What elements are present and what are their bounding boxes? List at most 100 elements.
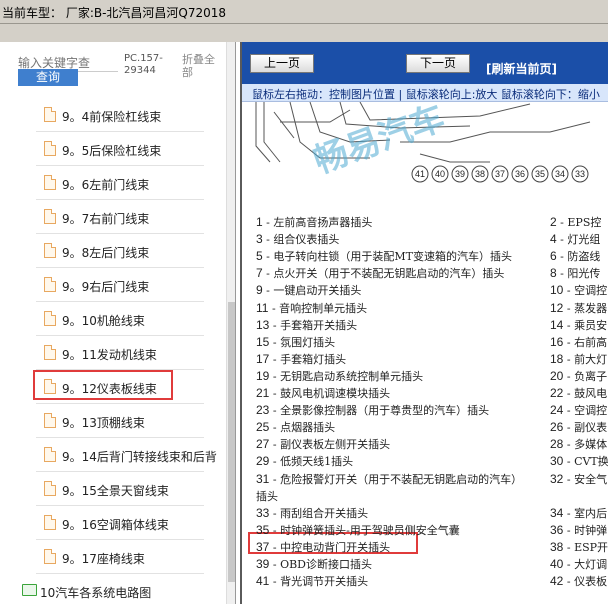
document-icon bbox=[44, 107, 56, 122]
legend-text: - 多媒体 bbox=[563, 438, 608, 452]
legend-row: 12 - 蒸发器 bbox=[550, 300, 607, 317]
legend-number: 21 bbox=[256, 386, 270, 400]
legend-number: 42 bbox=[550, 574, 564, 589]
legend-text: - OBD诊断接口插头 bbox=[269, 558, 372, 571]
tree-item-selected[interactable]: 9。12仪表板线束 bbox=[0, 370, 230, 404]
divider bbox=[36, 199, 204, 200]
prev-page-button[interactable]: 上一页 bbox=[250, 54, 314, 73]
search-button[interactable]: 查询 bbox=[18, 69, 78, 86]
legend-row: 1 - 左前高音扬声器插头 bbox=[256, 214, 372, 231]
tree-item[interactable]: 9。17座椅线束 bbox=[0, 546, 230, 574]
tree-item[interactable]: 9。6左前门线束 bbox=[0, 172, 230, 200]
legend-number: 29 bbox=[256, 454, 270, 469]
legend-number: 5 bbox=[256, 249, 263, 264]
legend-text: - 乘员安 bbox=[563, 318, 608, 332]
legend-row: 6 - 防盗线 bbox=[550, 248, 600, 265]
legend-row: 39 - OBD诊断接口插头 bbox=[256, 556, 372, 573]
tree-item[interactable]: 9。4前保险杠线束 bbox=[0, 104, 230, 132]
legend-text: - 点火开关（用于不装配无钥匙启动的汽车）插头 bbox=[262, 267, 505, 281]
legend-row: 3 - 组合仪表插头 bbox=[256, 231, 339, 248]
folder-item[interactable]: 10汽车各系统电路图 bbox=[0, 580, 230, 604]
divider bbox=[36, 505, 204, 506]
connector-number: 41 bbox=[415, 169, 425, 179]
tree-item[interactable]: 9。8左后门线束 bbox=[0, 240, 230, 268]
legend-text: - 仪表板 bbox=[563, 575, 608, 589]
collapse-all-button[interactable]: 折叠全部 bbox=[182, 53, 222, 79]
legend-row: 21 - 鼓风电机调速模块插头 bbox=[256, 385, 390, 402]
legend-row: 7 - 点火开关（用于不装配无钥匙启动的汽车）插头 bbox=[256, 265, 504, 282]
legend-number: 37 bbox=[256, 539, 270, 554]
legend-number: 4 bbox=[550, 232, 557, 247]
legend-text: - 空调控 bbox=[563, 284, 608, 298]
legend-number: 1 bbox=[256, 215, 263, 229]
legend-number: 19 bbox=[256, 368, 270, 383]
legend-row: 34 - 室内后 bbox=[550, 505, 607, 522]
tree-item[interactable]: 9。14后背门转接线束和后背 bbox=[0, 444, 230, 472]
legend-number: 12 bbox=[550, 300, 564, 315]
document-icon bbox=[44, 311, 56, 326]
legend-text: - 负离子 bbox=[563, 369, 608, 383]
legend-row: 5 - 电子转向柱锁（用于装配MT变速箱的汽车）插头 bbox=[256, 248, 512, 265]
document-icon bbox=[44, 141, 56, 156]
refresh-page-link[interactable]: [刷新当前页] bbox=[486, 60, 557, 77]
left-panel: 查询 PC.157-29344 折叠全部 9。4前保险杠线束 9。5后保险杠线束… bbox=[0, 42, 236, 604]
legend-text: - 无钥匙启动系统控制单元插头 bbox=[269, 369, 424, 383]
legend-text: - 音响控制单元插头 bbox=[268, 301, 368, 315]
legend-text: - 全景影像控制器（用于尊贵型的汽车）插头 bbox=[269, 404, 490, 418]
tree-item-label: 9。6左前门线束 bbox=[62, 178, 150, 192]
legend-text: - 安全气 bbox=[563, 472, 608, 486]
legend-number: 13 bbox=[256, 317, 270, 332]
legend-row: 36 - 时钟弹 bbox=[550, 522, 607, 539]
tree-item[interactable]: 9。9右后门线束 bbox=[0, 274, 230, 302]
legend-number: 2 bbox=[550, 215, 557, 229]
tree-item[interactable]: 9。11发动机线束 bbox=[0, 342, 230, 370]
legend-text: - ESP开 bbox=[563, 540, 608, 554]
legend-row: 17 - 手套箱灯插头 bbox=[256, 351, 346, 368]
scrollbar-thumb[interactable] bbox=[228, 302, 235, 582]
connector-number: 35 bbox=[535, 169, 545, 179]
tree-item-label: 9。14后背门转接线束和后背 bbox=[62, 450, 217, 464]
legend-text: - 空调控 bbox=[563, 404, 608, 418]
legend-text: - 蒸发器 bbox=[563, 301, 608, 315]
legend-text: - 时钟弹簧插头-用于驾驶员侧安全气囊 bbox=[269, 523, 460, 537]
legend-text: - 阳光传 bbox=[556, 267, 601, 281]
legend-text: - 背光调节开关插头 bbox=[269, 575, 369, 589]
legend-text: - 右前高 bbox=[563, 335, 608, 349]
tree-item-label: 9。15全景天窗线束 bbox=[62, 484, 169, 498]
tree-item[interactable]: 9。10机舱线束 bbox=[0, 308, 230, 336]
tree-item[interactable]: 9。16空调箱体线束 bbox=[0, 512, 230, 540]
document-viewer[interactable]: 41 40 39 38 37 36 35 34 33 畅易汽车 1 - 左前高音… bbox=[242, 102, 608, 604]
document-icon bbox=[44, 345, 56, 360]
legend-row: 42 - 仪表板 bbox=[550, 573, 607, 590]
legend-text: - 左前高音扬声器插头 bbox=[262, 216, 373, 229]
legend-row: 23 - 全景影像控制器（用于尊贵型的汽车）插头 bbox=[256, 402, 489, 419]
legend-number: 25 bbox=[256, 420, 270, 435]
right-panel: 上一页 下一页 [刷新当前页] 鼠标左右拖动：控制图片位置 | 鼠标滚轮向上:放… bbox=[240, 42, 608, 604]
legend-text: 插头 bbox=[256, 489, 278, 503]
legend-row: 16 - 右前高 bbox=[550, 334, 607, 351]
tree-item[interactable]: 9。13顶棚线束 bbox=[0, 410, 230, 438]
tree-item[interactable]: 9。15全景天窗线束 bbox=[0, 478, 230, 506]
tree-item-label: 9。4前保险杠线束 bbox=[62, 110, 162, 124]
legend-row: 4 - 灯光组 bbox=[550, 231, 600, 248]
tree-item-label: 9。12仪表板线束 bbox=[62, 382, 157, 396]
legend-number: 36 bbox=[550, 522, 564, 537]
legend-text: - EPS控 bbox=[556, 216, 602, 229]
legend-number: 18 bbox=[550, 351, 564, 366]
legend-number: 33 bbox=[256, 505, 270, 520]
next-page-button[interactable]: 下一页 bbox=[406, 54, 470, 73]
legend-text: - 副仪表板左侧开关插头 bbox=[269, 438, 391, 452]
tree-item-label: 9。8左后门线束 bbox=[62, 246, 150, 260]
pc-code: PC.157-29344 bbox=[124, 53, 163, 76]
hint-text: 鼠标左右拖动：控制图片位置 | 鼠标滚轮向上:放大 鼠标滚轮向下：缩小 bbox=[252, 88, 600, 101]
divider bbox=[36, 165, 204, 166]
legend-number: 20 bbox=[550, 368, 564, 383]
hint-bar: 鼠标左右拖动：控制图片位置 | 鼠标滚轮向上:放大 鼠标滚轮向下：缩小 bbox=[242, 84, 608, 102]
tree-item[interactable]: 9。5后保险杠线束 bbox=[0, 138, 230, 166]
legend-number: 24 bbox=[550, 403, 564, 418]
left-scrollbar[interactable] bbox=[226, 42, 235, 604]
divider bbox=[36, 233, 204, 234]
connector-number: 40 bbox=[435, 169, 445, 179]
legend-row: 26 - 副仪表 bbox=[550, 419, 607, 436]
tree-item[interactable]: 9。7右前门线束 bbox=[0, 206, 230, 234]
